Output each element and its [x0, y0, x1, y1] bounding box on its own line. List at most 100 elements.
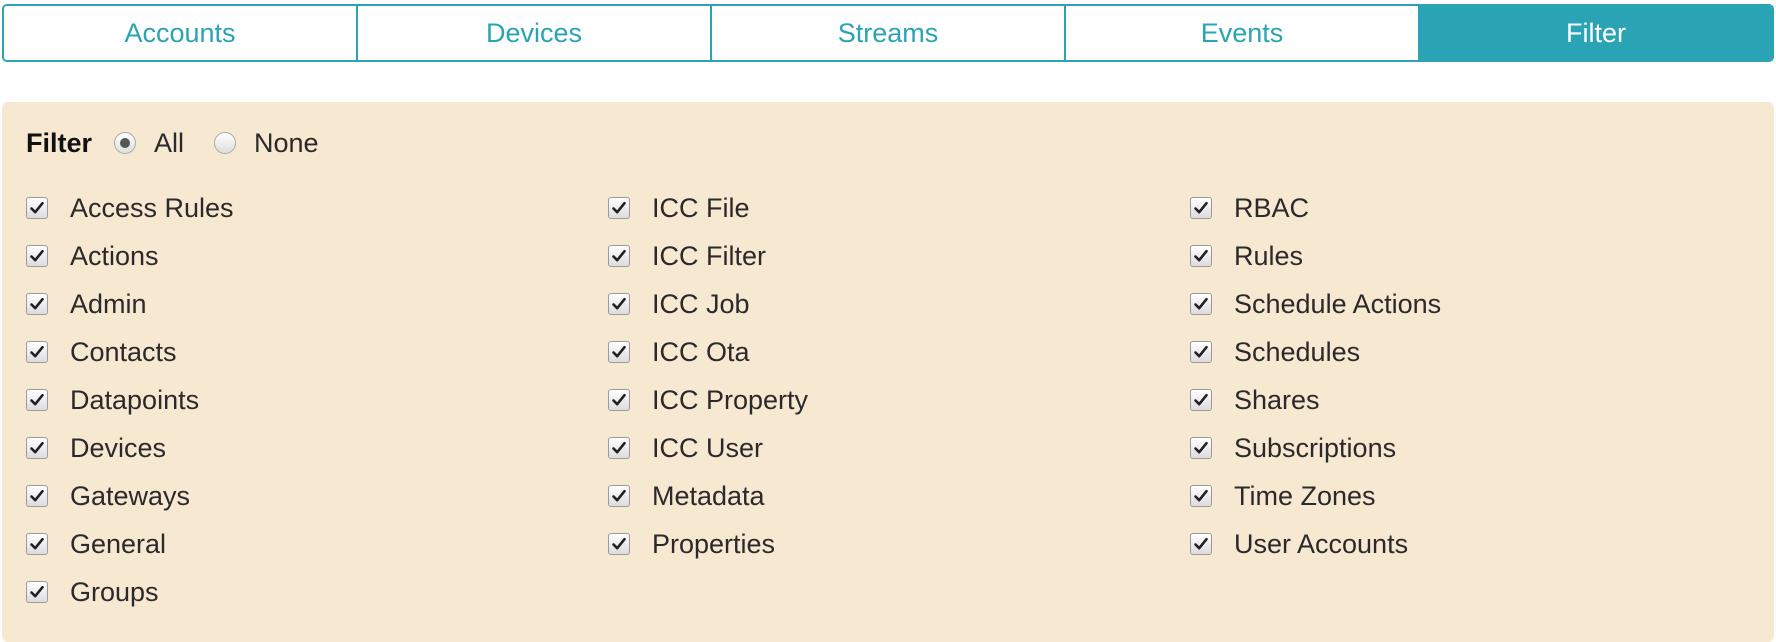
filter-rules-checkbox[interactable]	[1190, 245, 1212, 267]
filter-access-rules-checkbox[interactable]	[26, 197, 48, 219]
filter-item-label: ICC Ota	[652, 336, 750, 367]
filter-item-label: Subscriptions	[1234, 432, 1397, 463]
filter-properties-checkbox[interactable]	[608, 533, 630, 555]
filter-item-schedule-actions[interactable]: Schedule Actions	[1190, 280, 1772, 328]
filter-item-label: Shares	[1234, 384, 1320, 415]
filter-none-radio[interactable]	[214, 132, 237, 154]
filter-item-rules[interactable]: Rules	[1190, 232, 1772, 280]
checkmark-icon	[612, 393, 626, 406]
filter-subscriptions-checkbox[interactable]	[1190, 437, 1212, 459]
checkmark-icon	[612, 537, 626, 550]
filter-time-zones-checkbox[interactable]	[1190, 485, 1212, 507]
filter-item-icc-file[interactable]: ICC File	[608, 184, 1190, 232]
filter-item-label: Schedule Actions	[1234, 288, 1442, 319]
filter-item-label: General	[70, 528, 167, 559]
filter-item-devices[interactable]: Devices	[26, 424, 608, 472]
filter-item-schedules[interactable]: Schedules	[1190, 328, 1772, 376]
filter-item-label: Datapoints	[70, 384, 200, 415]
filter-icc-job-checkbox[interactable]	[608, 293, 630, 315]
filter-item-label: ICC User	[652, 432, 764, 463]
filter-item-label: User Accounts	[1234, 528, 1409, 559]
filter-icc-file-checkbox[interactable]	[608, 197, 630, 219]
filter-column: Access Rules Actions Admin Contacts Datapoin…	[26, 184, 608, 616]
checkmark-icon	[612, 201, 626, 214]
filter-item-icc-job[interactable]: ICC Job	[608, 280, 1190, 328]
tab-events[interactable]: Events	[1066, 6, 1420, 60]
filter-actions-checkbox[interactable]	[26, 245, 48, 267]
filter-option-label: None	[254, 127, 319, 158]
filter-groups-checkbox[interactable]	[26, 581, 48, 603]
filter-item-label: Metadata	[652, 480, 765, 511]
checkmark-icon	[612, 489, 626, 502]
filter-datapoints-checkbox[interactable]	[26, 389, 48, 411]
filter-item-actions[interactable]: Actions	[26, 232, 608, 280]
tab-accounts[interactable]: Accounts	[4, 6, 358, 60]
tab-streams[interactable]: Streams	[712, 6, 1066, 60]
filter-item-icc-ota[interactable]: ICC Ota	[608, 328, 1190, 376]
filter-item-label: Gateways	[70, 480, 191, 511]
filter-column: RBAC Rules Schedule Actions Schedules Shares…	[1190, 184, 1772, 616]
tab-devices[interactable]: Devices	[358, 6, 712, 60]
filter-item-contacts[interactable]: Contacts	[26, 328, 608, 376]
filter-item-label: ICC Job	[652, 288, 750, 319]
filter-column: ICC File ICC Filter ICC Job ICC Ota ICC Prop…	[608, 184, 1190, 616]
filter-item-groups[interactable]: Groups	[26, 568, 608, 616]
checkmark-icon	[1194, 201, 1208, 214]
filter-schedules-checkbox[interactable]	[1190, 341, 1212, 363]
tab-bar: Accounts Devices Streams Events Filter	[2, 4, 1774, 62]
filter-item-general[interactable]: General	[26, 520, 608, 568]
filter-devices-checkbox[interactable]	[26, 437, 48, 459]
filter-item-shares[interactable]: Shares	[1190, 376, 1772, 424]
filter-metadata-checkbox[interactable]	[608, 485, 630, 507]
filter-item-user-accounts[interactable]: User Accounts	[1190, 520, 1772, 568]
filter-item-label: Groups	[70, 576, 159, 607]
filter-item-icc-filter[interactable]: ICC Filter	[608, 232, 1190, 280]
filter-item-metadata[interactable]: Metadata	[608, 472, 1190, 520]
filter-item-properties[interactable]: Properties	[608, 520, 1190, 568]
checkmark-icon	[30, 297, 44, 310]
checkmark-icon	[612, 249, 626, 262]
checkmark-icon	[1194, 249, 1208, 262]
filter-item-icc-property[interactable]: ICC Property	[608, 376, 1190, 424]
filter-icc-property-checkbox[interactable]	[608, 389, 630, 411]
checkmark-icon	[1194, 393, 1208, 406]
filter-item-access-rules[interactable]: Access Rules	[26, 184, 608, 232]
filter-schedule-actions-checkbox[interactable]	[1190, 293, 1212, 315]
filter-icc-user-checkbox[interactable]	[608, 437, 630, 459]
filter-icc-filter-checkbox[interactable]	[608, 245, 630, 267]
checkmark-icon	[30, 345, 44, 358]
filter-item-time-zones[interactable]: Time Zones	[1190, 472, 1772, 520]
filter-item-label: Access Rules	[70, 192, 234, 223]
filter-admin-checkbox[interactable]	[26, 293, 48, 315]
radio-dot-icon	[120, 138, 131, 148]
filter-rbac-checkbox[interactable]	[1190, 197, 1212, 219]
filter-all-radio[interactable]	[114, 132, 137, 154]
filter-item-icc-user[interactable]: ICC User	[608, 424, 1190, 472]
filter-title: Filter	[26, 127, 93, 158]
filter-item-subscriptions[interactable]: Subscriptions	[1190, 424, 1772, 472]
checkmark-icon	[30, 537, 44, 550]
checkmark-icon	[30, 249, 44, 262]
filter-general-checkbox[interactable]	[26, 533, 48, 555]
filter-icc-ota-checkbox[interactable]	[608, 341, 630, 363]
filter-item-rbac[interactable]: RBAC	[1190, 184, 1772, 232]
filter-contacts-checkbox[interactable]	[26, 341, 48, 363]
filter-item-label: Time Zones	[1234, 480, 1376, 511]
filter-gateways-checkbox[interactable]	[26, 485, 48, 507]
filter-shares-checkbox[interactable]	[1190, 389, 1212, 411]
tab-filter[interactable]: Filter	[1420, 6, 1772, 60]
filter-item-admin[interactable]: Admin	[26, 280, 608, 328]
filter-item-datapoints[interactable]: Datapoints	[26, 376, 608, 424]
filter-item-label: Devices	[70, 432, 167, 463]
filter-item-label: ICC File	[652, 192, 750, 223]
filter-option-all[interactable]: All	[114, 128, 184, 159]
filter-item-label: RBAC	[1234, 192, 1310, 223]
checkmark-icon	[30, 441, 44, 454]
filter-user-accounts-checkbox[interactable]	[1190, 533, 1212, 555]
filter-panel: Filter All None Access Rules Actions Admin C…	[2, 102, 1774, 642]
filter-option-none[interactable]: None	[214, 128, 319, 159]
filter-item-label: Admin	[70, 288, 147, 319]
checkmark-icon	[30, 201, 44, 214]
checkmark-icon	[1194, 537, 1208, 550]
filter-item-gateways[interactable]: Gateways	[26, 472, 608, 520]
